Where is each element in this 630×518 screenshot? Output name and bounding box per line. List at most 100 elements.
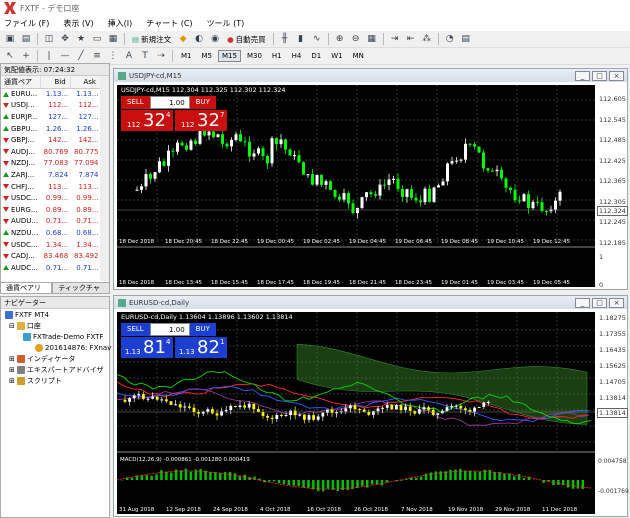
minimize-button[interactable]: _	[575, 297, 590, 308]
price-axis-label: 1.15625	[599, 362, 626, 370]
signals-icon[interactable]: ◉	[208, 33, 222, 46]
fibonacci-icon[interactable]: ⋮	[106, 50, 120, 63]
candlestick-icon[interactable]: ▮	[294, 33, 308, 46]
vertical-line-icon[interactable]: |	[42, 50, 56, 63]
app-logo-icon	[4, 2, 16, 14]
tile-windows-icon[interactable]: ▦	[365, 33, 379, 46]
crosshair-icon[interactable]: +	[19, 50, 33, 63]
nav-experts[interactable]: ⊞ エキスパートアドバイザ	[9, 365, 104, 376]
candle-body	[149, 174, 152, 179]
chart2-sell-button[interactable]: SELL	[121, 323, 150, 336]
zoom-in-icon[interactable]: ⊕	[333, 33, 347, 46]
market-watch-row[interactable]: EURJP... 127... 127...	[1, 111, 109, 123]
nav-server[interactable]: FXTrade-Demo FXTF	[23, 332, 103, 343]
chart1-ask-box[interactable]: 112 32 7	[175, 110, 227, 131]
navigator-icon[interactable]: ★	[74, 33, 88, 46]
col-symbol[interactable]: 通貨ペア	[1, 76, 41, 89]
new-chart-icon[interactable]: ▣	[3, 33, 17, 46]
tf-m1[interactable]: M1	[177, 50, 196, 62]
chart1-titlebar[interactable]: USDJPY-cd,M15 _ □ ×	[114, 69, 627, 82]
auto-scroll-icon[interactable]: ⇥	[388, 33, 402, 46]
zoom-out-icon[interactable]: ⊖	[349, 33, 363, 46]
market-watch-scrollbar[interactable]	[100, 76, 109, 281]
market-watch-row[interactable]: CADJ... 83.468 83.492	[1, 250, 109, 262]
menu-chart[interactable]: チャート (C)	[146, 18, 192, 29]
tf-m30[interactable]: M30	[243, 50, 266, 62]
maximize-button[interactable]: □	[592, 70, 607, 81]
close-button[interactable]: ×	[609, 70, 624, 81]
market-watch-row[interactable]: ZARJ... 7.824 7.874	[1, 169, 109, 181]
chart-shift-icon[interactable]: ⇤	[404, 33, 418, 46]
nav-indicators[interactable]: ⊞ インディケータ	[9, 354, 75, 365]
col-bid[interactable]: Bid	[40, 76, 71, 89]
line-chart-icon[interactable]: ∿	[310, 33, 324, 46]
chart1-lot-input[interactable]: 1.00	[149, 96, 190, 109]
market-watch-row[interactable]: EURU... 1.13... 1.13...	[1, 88, 109, 100]
market-watch-icon[interactable]: ◫	[42, 33, 56, 46]
candle-body	[365, 192, 368, 198]
chart2-buy-button[interactable]: BUY	[189, 323, 216, 336]
market-watch-row[interactable]: AUDJ... 80.769 80.775	[1, 146, 109, 158]
market-watch-row[interactable]: NZDU... 0.68... 0.68...	[1, 227, 109, 239]
data-window-icon[interactable]: ✥	[58, 33, 72, 46]
chart1-plot[interactable]: 18 Dec 2018 18 Dec 20:45 18 Dec 22:45 19 De…	[117, 85, 595, 287]
label-icon[interactable]: T	[138, 50, 152, 63]
market-watch-row[interactable]: EURG... 0.89... 0.89...	[1, 204, 109, 216]
shapes-icon[interactable]: ⇢	[154, 50, 168, 63]
horizontal-line-icon[interactable]: —	[58, 50, 72, 63]
nav-accounts[interactable]: ⊟ 口座	[9, 321, 41, 332]
templates-icon[interactable]: ▤	[459, 33, 473, 46]
history-icon[interactable]: ◐	[192, 33, 206, 46]
metaeditor-icon[interactable]: ◆	[176, 33, 190, 46]
menu-file[interactable]: ファイル (F)	[4, 18, 49, 29]
tf-w1[interactable]: W1	[327, 50, 346, 62]
chart2-plot[interactable]: MACD(12,26,9) -0.000861 -0.001280 0.0004…	[116, 312, 595, 514]
nav-account-id[interactable]: 201614876: FXnav	[35, 343, 111, 354]
chart1-bid-box[interactable]: 112 32 4	[121, 110, 173, 131]
tab-symbol-list[interactable]: 通貨ペアリスト	[0, 282, 53, 303]
menu-insert[interactable]: 挿入(I)	[108, 18, 133, 29]
channel-icon[interactable]: ≡	[90, 50, 104, 63]
close-button[interactable]: ×	[609, 297, 624, 308]
row-symbol: CHFJ...	[1, 181, 40, 193]
tf-m15[interactable]: M15	[218, 50, 241, 62]
menu-view[interactable]: 表示 (V)	[63, 18, 93, 29]
market-watch-row[interactable]: GBPJ... 142... 142...	[1, 134, 109, 146]
market-watch-row[interactable]: NZDJ... 77.083 77.094	[1, 158, 109, 170]
chart1-sell-button[interactable]: SELL	[121, 96, 150, 109]
bar-chart-icon[interactable]: ╫	[278, 33, 292, 46]
tab-tick-chart[interactable]: ティックチャート	[52, 282, 110, 303]
auto-trade-button[interactable]: ● 自動売買	[224, 34, 269, 45]
market-watch-row[interactable]: AUDU... 0.71... 0.71...	[1, 216, 109, 228]
nav-root[interactable]: FXTF MT4	[5, 310, 49, 321]
timeframes-icon[interactable]: ◔	[443, 33, 457, 46]
market-watch-row[interactable]: CHFJ... 113... 113...	[1, 181, 109, 193]
chart2-titlebar[interactable]: EURUSD-cd,Daily _ □ ×	[114, 296, 627, 309]
new-order-button[interactable]: ▤ 新規注文	[129, 34, 174, 45]
market-watch-row[interactable]: USDC... 1.34... 1.34...	[1, 239, 109, 251]
trendline-icon[interactable]: ╱	[74, 50, 88, 63]
maximize-button[interactable]: □	[592, 297, 607, 308]
tester-icon[interactable]: ▦	[106, 33, 120, 46]
chart2-ask-box[interactable]: 1.13 82 1	[175, 337, 227, 358]
tf-h1[interactable]: H1	[268, 50, 286, 62]
market-watch-row[interactable]: USDJ... 112... 112...	[1, 100, 109, 112]
indicators-icon[interactable]: ⁂	[420, 33, 434, 46]
minimize-button[interactable]: _	[575, 70, 590, 81]
tf-d1[interactable]: D1	[307, 50, 325, 62]
menu-tools[interactable]: ツール (T)	[207, 18, 245, 29]
tf-m5[interactable]: M5	[198, 50, 217, 62]
market-watch-row[interactable]: USDC... 0.99... 0.99...	[1, 192, 109, 204]
terminal-icon[interactable]: ▭	[90, 33, 104, 46]
text-icon[interactable]: A	[122, 50, 136, 63]
nav-scripts[interactable]: ⊞ スクリプト	[9, 376, 62, 387]
tf-mn[interactable]: MN	[349, 50, 368, 62]
chart2-lot-input[interactable]: 1.00	[149, 323, 190, 336]
cursor-icon[interactable]: ↖	[3, 50, 17, 63]
chart1-buy-button[interactable]: BUY	[189, 96, 216, 109]
profiles-icon[interactable]: ▤	[19, 33, 33, 46]
market-watch-row[interactable]: AUDC... 0.71... 0.71...	[1, 262, 109, 274]
tf-h4[interactable]: H4	[288, 50, 306, 62]
chart2-bid-box[interactable]: 1.13 81 4	[121, 337, 173, 358]
market-watch-row[interactable]: GBPU... 1.26... 1.26...	[1, 123, 109, 135]
